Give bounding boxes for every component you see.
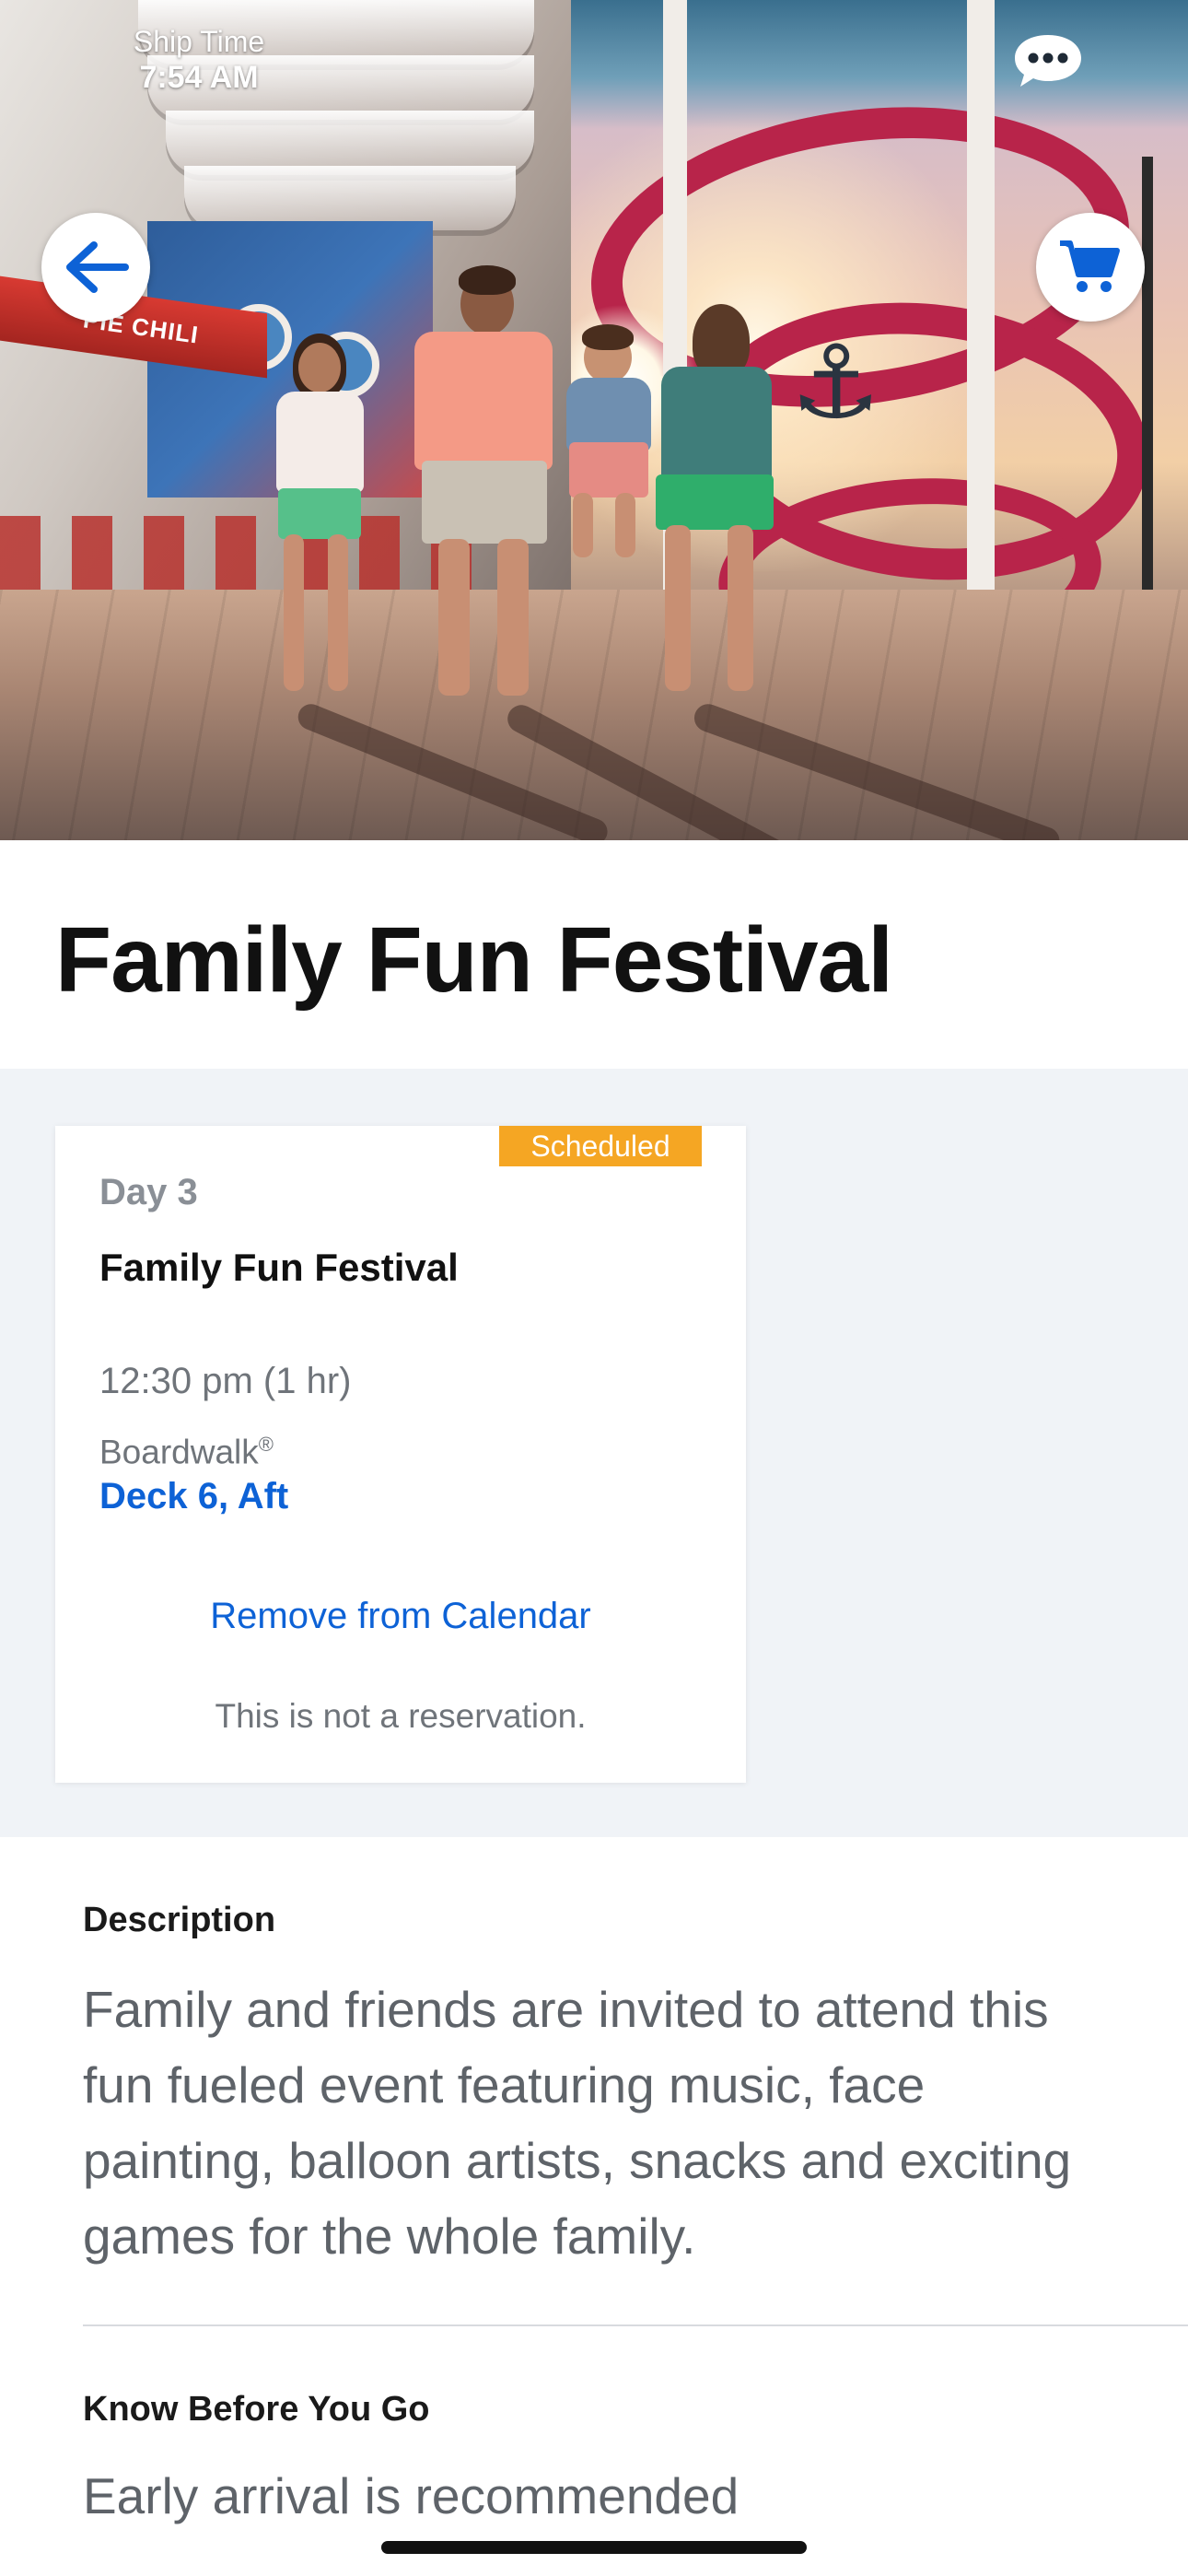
- event-time: 12:30 pm (1 hr): [99, 1361, 352, 1401]
- status-badge: Scheduled: [499, 1126, 702, 1166]
- ship-time-label: Ship Time: [133, 25, 265, 58]
- page-title: Family Fun Festival: [55, 908, 893, 1012]
- home-indicator[interactable]: [381, 2541, 807, 2554]
- shopping-cart-icon: [1060, 240, 1120, 292]
- description-heading: Description: [83, 1901, 276, 1939]
- event-venue-name: Boardwalk: [99, 1433, 259, 1471]
- anchor-emblem: ⚓: [790, 323, 881, 441]
- event-deck-link[interactable]: Deck 6, Aft: [99, 1476, 288, 1517]
- chat-bubble-icon: [1015, 35, 1081, 87]
- event-card: Scheduled Day 3 Family Fun Festival 12:3…: [55, 1126, 746, 1783]
- chat-button[interactable]: [1011, 31, 1085, 90]
- arrow-left-icon: [66, 241, 129, 293]
- registered-mark: ®: [258, 1433, 274, 1456]
- event-day: Day 3: [99, 1172, 198, 1212]
- know-before-you-go-body: Early arrival is recommended: [83, 2467, 740, 2524]
- event-title: Family Fun Festival: [99, 1246, 459, 1289]
- reservation-note: This is not a reservation.: [215, 1697, 587, 1735]
- event-section: Scheduled Day 3 Family Fun Festival 12:3…: [0, 1069, 1188, 1837]
- hero-image: PIE CHILI ⚓: [0, 0, 1188, 840]
- divider: [83, 2324, 1188, 2326]
- know-before-you-go-heading: Know Before You Go: [83, 2390, 430, 2429]
- ship-time: Ship Time 7:54 AM: [125, 24, 273, 96]
- ship-time-value: 7:54 AM: [139, 60, 259, 95]
- remove-from-calendar-button[interactable]: Remove from Calendar: [55, 1596, 746, 1637]
- event-venue: Boardwalk®: [99, 1433, 274, 1471]
- back-button[interactable]: [41, 213, 150, 322]
- cart-button[interactable]: [1036, 213, 1145, 322]
- description-body: Family and friends are invited to attend…: [83, 1981, 1072, 2265]
